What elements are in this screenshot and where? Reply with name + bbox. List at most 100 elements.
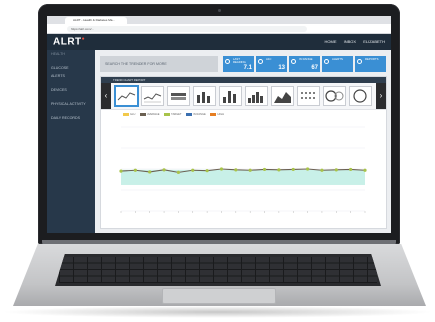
thumb-bar-chart[interactable] xyxy=(193,86,216,106)
legend-item: GLU xyxy=(130,113,136,116)
thumb-area-chart[interactable] xyxy=(271,86,294,106)
stacked-bar-icon xyxy=(171,93,186,100)
dot-grid-icon xyxy=(301,92,315,99)
sidebar-item-devices[interactable]: DEVICES xyxy=(47,86,95,94)
drop-icon xyxy=(225,59,230,64)
sidebar-item-alerts[interactable]: ALERTS xyxy=(47,72,95,80)
legend-swatch xyxy=(123,113,129,116)
laptop-keyboard xyxy=(55,254,381,286)
stat-tile-last-reading[interactable]: LAST READING 7.1 xyxy=(223,56,254,72)
data-point[interactable] xyxy=(133,168,137,172)
data-point[interactable] xyxy=(305,167,310,171)
chart-legend: GLU AVERAGE TARGET IN RANGE HIGH xyxy=(119,113,224,116)
data-point[interactable] xyxy=(277,168,281,172)
bar-chart-icon xyxy=(197,92,210,103)
column-chart-icon xyxy=(223,91,236,103)
thumb-banded-chart[interactable] xyxy=(167,86,190,106)
tile-label: A1C xyxy=(266,57,272,61)
tile-value: 67 xyxy=(311,65,318,71)
url-field[interactable]: https://alrt.com/... xyxy=(67,25,307,32)
laptop-trackpad xyxy=(162,288,276,304)
thumb-pie-chart[interactable] xyxy=(323,86,346,106)
legend-swatch xyxy=(164,113,171,116)
stat-tile-a1c[interactable]: A1C 13 xyxy=(256,56,287,72)
keyboard-keys xyxy=(59,257,377,283)
logo-text: ALRT xyxy=(53,36,82,48)
main-content: SEARCH THE TRENDER FOR MORE LAST READING… xyxy=(95,50,391,233)
data-point[interactable] xyxy=(148,170,152,174)
tile-value: 7.1 xyxy=(243,65,252,71)
sidebar-item-records[interactable]: DAILY RECORDS xyxy=(47,114,95,122)
data-point[interactable] xyxy=(176,170,181,174)
legend-swatch xyxy=(186,113,193,116)
data-point[interactable] xyxy=(162,168,166,172)
panel-title: TREND CHART REPORT xyxy=(113,78,146,82)
stat-tile-alerts[interactable]: ALERTS xyxy=(322,56,353,72)
sidebar-item-activity[interactable]: PHYSICAL ACTIVITY xyxy=(47,100,95,108)
data-point[interactable] xyxy=(349,167,353,172)
data-point[interactable] xyxy=(234,168,238,172)
pie-chart-icon xyxy=(325,90,344,102)
thumb-gauge[interactable] xyxy=(349,86,372,106)
line-chart-icon xyxy=(117,92,136,101)
laptop-screen: ALRT - Health & Diabetes Ma… https://alr… xyxy=(47,16,391,233)
bell-icon xyxy=(324,59,329,64)
legend-item: IN RANGE xyxy=(193,113,206,116)
document-icon xyxy=(357,59,362,64)
data-point[interactable] xyxy=(320,168,324,172)
nav-user[interactable]: ELIZABETH xyxy=(363,39,385,44)
thumb-column-chart[interactable] xyxy=(219,86,242,106)
data-point[interactable] xyxy=(219,167,224,171)
browser-tab[interactable]: ALRT - Health & Diabetes Ma… xyxy=(65,17,127,24)
stat-tile-reports[interactable]: REPORTS xyxy=(355,56,386,72)
data-point[interactable] xyxy=(119,169,123,173)
data-point[interactable] xyxy=(191,168,195,172)
data-point[interactable] xyxy=(248,168,252,172)
app-logo[interactable]: ALRT● xyxy=(53,36,85,47)
legend-item: TARGET xyxy=(171,113,182,116)
tile-value: 13 xyxy=(278,65,285,71)
thumb-histogram[interactable] xyxy=(245,86,268,106)
browser-tab-strip: ALRT - Health & Diabetes Ma… xyxy=(47,16,391,31)
thumb-line-chart[interactable] xyxy=(115,86,138,106)
data-point[interactable] xyxy=(334,168,338,172)
chevron-right-icon[interactable]: › xyxy=(376,83,386,109)
app-header: ALRT● HOME INBOX ELIZABETH xyxy=(47,34,391,50)
target-range-band xyxy=(121,169,365,185)
data-point[interactable] xyxy=(205,169,209,173)
nav-inbox[interactable]: INBOX xyxy=(344,39,356,44)
top-nav: HOME INBOX ELIZABETH xyxy=(319,39,386,44)
legend-item: AVERAGE xyxy=(147,113,160,116)
mountain-chart-icon xyxy=(274,92,291,103)
nav-home[interactable]: HOME xyxy=(325,39,337,44)
sidebar-item-health[interactable]: HEALTH xyxy=(47,50,95,58)
target-icon xyxy=(291,59,296,64)
histogram-icon xyxy=(248,92,263,103)
stat-tile-in-range[interactable]: IN RANGE 67 xyxy=(289,56,320,72)
legend-item: HIGH xyxy=(217,113,224,116)
legend-swatch xyxy=(210,113,217,116)
laptop-shadow xyxy=(0,306,435,318)
search-input[interactable]: SEARCH THE TRENDER FOR MORE xyxy=(100,56,218,72)
sidebar: HEALTH GLUCOSE ALERTS DEVICES PHYSICAL A… xyxy=(47,50,95,233)
tile-label: ALERTS xyxy=(332,57,343,61)
gauge-icon xyxy=(353,89,367,103)
tile-label: REPORTS xyxy=(365,57,379,61)
chart-panel: TREND CHART REPORT ‹ › GLU AVERAGE TARGE… xyxy=(100,76,387,229)
data-point[interactable] xyxy=(363,168,367,172)
legend-swatch xyxy=(140,113,147,116)
glucose-trend-chart xyxy=(119,126,367,213)
chevron-left-icon[interactable]: ‹ xyxy=(101,83,111,109)
data-point[interactable] xyxy=(262,167,267,172)
address-bar: https://alrt.com/... xyxy=(47,24,391,34)
chart-icon xyxy=(258,59,263,64)
tile-label: LAST READING xyxy=(233,57,246,64)
chart-type-gallery: ‹ › xyxy=(101,83,386,110)
sidebar-item-glucose[interactable]: GLUCOSE xyxy=(47,64,95,72)
data-point[interactable] xyxy=(291,167,295,172)
thumb-dot-grid[interactable] xyxy=(297,86,320,106)
area-chart-icon xyxy=(143,93,162,103)
thumb-line-chart-2[interactable] xyxy=(141,86,164,106)
tile-label: IN RANGE xyxy=(299,57,313,61)
webcam xyxy=(217,9,221,12)
